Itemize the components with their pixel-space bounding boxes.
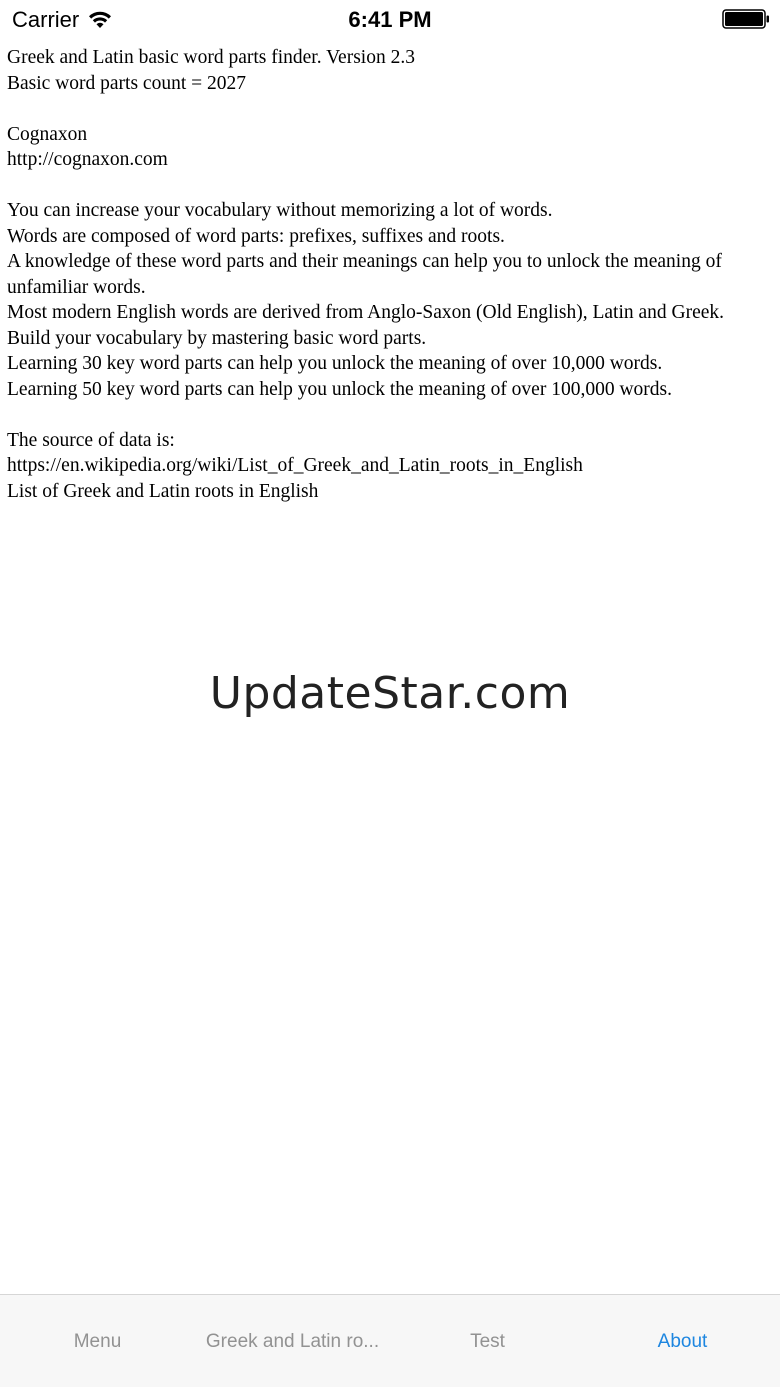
description-line: You can increase your vocabulary without… bbox=[7, 200, 553, 221]
company-url-link[interactable]: http://cognaxon.com bbox=[7, 147, 777, 173]
description-line: Learning 30 key word parts can help you … bbox=[7, 353, 663, 374]
tab-test[interactable]: Test bbox=[390, 1295, 585, 1387]
source-url-link[interactable]: https://en.wikipedia.org/wiki/List_of_Gr… bbox=[7, 453, 777, 479]
description-line: Words are composed of word parts: prefix… bbox=[7, 225, 505, 247]
tab-menu[interactable]: Menu bbox=[0, 1295, 195, 1387]
source-title: List of Greek and Latin roots in English bbox=[7, 480, 319, 502]
status-bar: Carrier 6:41 PM bbox=[0, 0, 780, 40]
description-line: Build your vocabulary by mastering basic… bbox=[7, 327, 427, 349]
version-line: Greek and Latin basic word parts finder.… bbox=[7, 47, 415, 68]
source-heading: The source of data is: bbox=[7, 429, 175, 451]
word-count-line: Basic word parts count = 2027 bbox=[7, 72, 246, 94]
description-line: Learning 50 key word parts can help you … bbox=[7, 378, 672, 400]
description-line: A knowledge of these word parts and thei… bbox=[7, 251, 722, 298]
company-name: Cognaxon bbox=[7, 123, 88, 145]
tab-bar: Menu Greek and Latin ro... Test About bbox=[0, 1294, 780, 1387]
description-line: Most modern English words are derived fr… bbox=[7, 302, 725, 323]
watermark: UpdateStar.com bbox=[209, 668, 571, 719]
battery-icon bbox=[722, 9, 769, 29]
tab-about[interactable]: About bbox=[585, 1295, 780, 1387]
status-time: 6:41 PM bbox=[348, 7, 432, 32]
tab-greek-latin-roots[interactable]: Greek and Latin ro... bbox=[195, 1295, 390, 1387]
about-text: Greek and Latin basic word parts finder.… bbox=[7, 45, 777, 504]
